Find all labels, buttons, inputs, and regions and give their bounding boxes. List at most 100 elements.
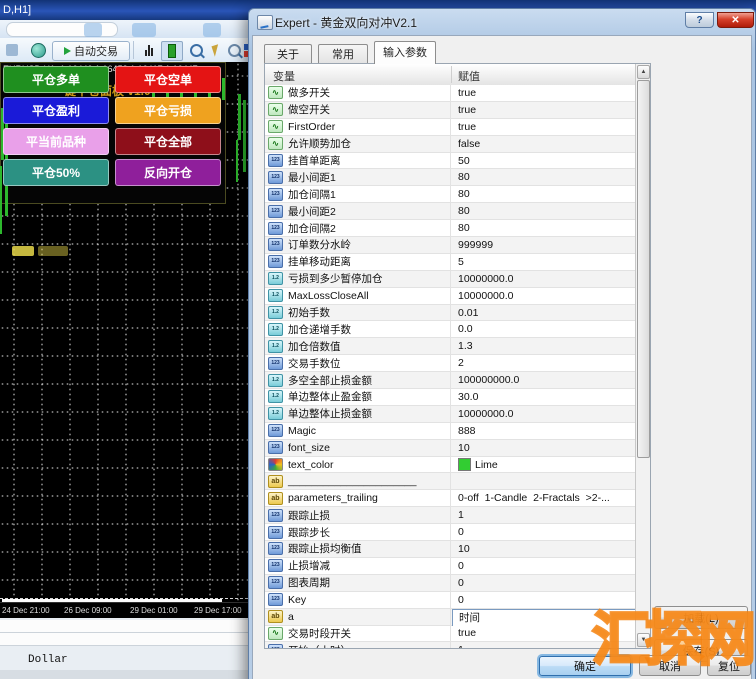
- param-row[interactable]: 123最小间距180: [265, 169, 636, 186]
- panel-button[interactable]: 平当前品种: [3, 128, 109, 155]
- param-value[interactable]: 0-off 1-Candle 2-Fractals >2-...: [452, 490, 636, 506]
- param-value[interactable]: 1: [452, 507, 636, 523]
- param-value[interactable]: 10000000.0: [452, 406, 636, 422]
- param-value[interactable]: 80: [452, 220, 636, 236]
- param-row[interactable]: ∿交易时段开关true: [265, 626, 636, 643]
- param-value[interactable]: 100000000.0: [452, 372, 636, 388]
- param-value-text: 10: [458, 543, 470, 555]
- param-value[interactable]: 10: [452, 541, 636, 557]
- tab-inputs[interactable]: 输入参数: [374, 41, 436, 64]
- param-value[interactable]: 0.01: [452, 305, 636, 321]
- param-value[interactable]: 80: [452, 169, 636, 185]
- tab-about[interactable]: 关于: [264, 44, 312, 64]
- param-value[interactable]: 888: [452, 423, 636, 439]
- param-value[interactable]: 2: [452, 355, 636, 371]
- zoom-in-icon[interactable]: [186, 41, 206, 59]
- scrollbar-thumb[interactable]: [637, 80, 650, 458]
- param-row[interactable]: 123font_size10: [265, 440, 636, 457]
- param-row[interactable]: 123跟踪步长0: [265, 524, 636, 541]
- param-row[interactable]: 123止损增减0: [265, 558, 636, 575]
- param-value[interactable]: 时间: [452, 609, 636, 627]
- param-value[interactable]: 30.0: [452, 389, 636, 405]
- param-value[interactable]: 80: [452, 186, 636, 202]
- param-name-cell: 1.2多空全部止损金额: [265, 372, 451, 388]
- param-value[interactable]: [452, 473, 636, 489]
- param-value[interactable]: 10: [452, 440, 636, 456]
- reset-button[interactable]: 复位: [707, 655, 751, 676]
- param-value[interactable]: 0: [452, 524, 636, 540]
- scroll-down-icon[interactable]: ▼: [637, 633, 650, 647]
- panel-button[interactable]: 平仓50%: [3, 159, 109, 186]
- bar-chart-icon[interactable]: [139, 41, 159, 59]
- param-row[interactable]: 123挂单移动距离5: [265, 254, 636, 271]
- panel-button[interactable]: 平仓空单: [115, 66, 221, 93]
- param-row[interactable]: 123挂首单距离50: [265, 153, 636, 170]
- panel-button[interactable]: 平仓盈利: [3, 97, 109, 124]
- param-row[interactable]: 1.2MaxLossCloseAll10000000.0: [265, 288, 636, 305]
- param-row[interactable]: ∿做多开关true: [265, 85, 636, 102]
- param-value[interactable]: true: [452, 85, 636, 101]
- param-value[interactable]: true: [452, 119, 636, 135]
- panel-button[interactable]: 平仓多单: [3, 66, 109, 93]
- autotrade-button[interactable]: 自动交易: [52, 41, 130, 61]
- param-row[interactable]: ∿做空开关true: [265, 102, 636, 119]
- param-row[interactable]: 1.2多空全部止损金额100000000.0: [265, 372, 636, 389]
- param-row[interactable]: 1.2单边整体止盈金额30.0: [265, 389, 636, 406]
- cancel-button[interactable]: 取消: [639, 655, 701, 676]
- param-row[interactable]: 123加仓间隔280: [265, 220, 636, 237]
- toolbar-partial-icon[interactable]: [2, 41, 22, 59]
- ok-button[interactable]: 确定: [539, 656, 631, 676]
- help-button[interactable]: ?: [685, 12, 714, 28]
- scroll-up-icon[interactable]: ▲: [637, 65, 650, 79]
- param-row[interactable]: 123图表周期0: [265, 575, 636, 592]
- cursor-icon[interactable]: [206, 41, 226, 59]
- param-value[interactable]: 0: [452, 558, 636, 574]
- panel-button[interactable]: 平仓亏损: [115, 97, 221, 124]
- param-value[interactable]: 0.0: [452, 321, 636, 337]
- param-row[interactable]: 123跟踪止损1: [265, 507, 636, 524]
- param-row[interactable]: aba时间: [265, 609, 636, 626]
- param-value[interactable]: 10000000.0: [452, 288, 636, 304]
- param-row[interactable]: 123开始（小时）1: [265, 642, 636, 649]
- param-row[interactable]: 123加仓间隔180: [265, 186, 636, 203]
- param-row[interactable]: abparameters_trailing0-off 1-Candle 2-Fr…: [265, 490, 636, 507]
- param-value[interactable]: 80: [452, 203, 636, 219]
- param-row[interactable]: text_colorLime: [265, 457, 636, 474]
- param-value[interactable]: 0: [452, 592, 636, 608]
- param-value[interactable]: false: [452, 136, 636, 152]
- load-button[interactable]: 加载(L): [654, 606, 748, 629]
- param-row[interactable]: 123跟踪止损均衡值10: [265, 541, 636, 558]
- param-value[interactable]: 1.3: [452, 338, 636, 354]
- param-row[interactable]: 123最小间距280: [265, 203, 636, 220]
- close-button[interactable]: ✕: [717, 12, 754, 28]
- param-row[interactable]: 1.2单边整体止损金额10000000.0: [265, 406, 636, 423]
- param-value[interactable]: 999999: [452, 237, 636, 253]
- param-value[interactable]: true: [452, 626, 636, 642]
- param-value-text: 10000000.0: [458, 273, 513, 285]
- param-row[interactable]: ab______________________: [265, 473, 636, 490]
- param-value[interactable]: 50: [452, 153, 636, 169]
- panel-button[interactable]: 平仓全部: [115, 128, 221, 155]
- param-value[interactable]: 10000000.0: [452, 271, 636, 287]
- param-value[interactable]: 0: [452, 575, 636, 591]
- param-row[interactable]: 1.2初始手数0.01: [265, 305, 636, 322]
- candlestick-icon[interactable]: [161, 41, 183, 61]
- globe-icon[interactable]: [28, 41, 48, 59]
- param-value[interactable]: true: [452, 102, 636, 118]
- param-row[interactable]: 123Magic888: [265, 423, 636, 440]
- param-value[interactable]: 5: [452, 254, 636, 270]
- param-value[interactable]: Lime: [452, 457, 636, 473]
- tab-common[interactable]: 常用: [318, 44, 368, 64]
- panel-button[interactable]: 反向开仓: [115, 159, 221, 186]
- param-row[interactable]: 123订单数分水岭999999: [265, 237, 636, 254]
- vertical-scrollbar[interactable]: ▲ ▼: [635, 64, 650, 648]
- param-row[interactable]: 1.2加仓递增手数0.0: [265, 321, 636, 338]
- param-row[interactable]: ∿FirstOrdertrue: [265, 119, 636, 136]
- param-value-text: 0: [458, 526, 464, 538]
- param-row[interactable]: 123Key0: [265, 592, 636, 609]
- param-row[interactable]: 123交易手数位2: [265, 355, 636, 372]
- param-row[interactable]: 1.2亏损到多少暂停加仓10000000.0: [265, 271, 636, 288]
- param-row[interactable]: 1.2加仓倍数值1.3: [265, 338, 636, 355]
- param-row[interactable]: ∿允许顺势加仓false: [265, 136, 636, 153]
- param-value[interactable]: 1: [452, 642, 636, 649]
